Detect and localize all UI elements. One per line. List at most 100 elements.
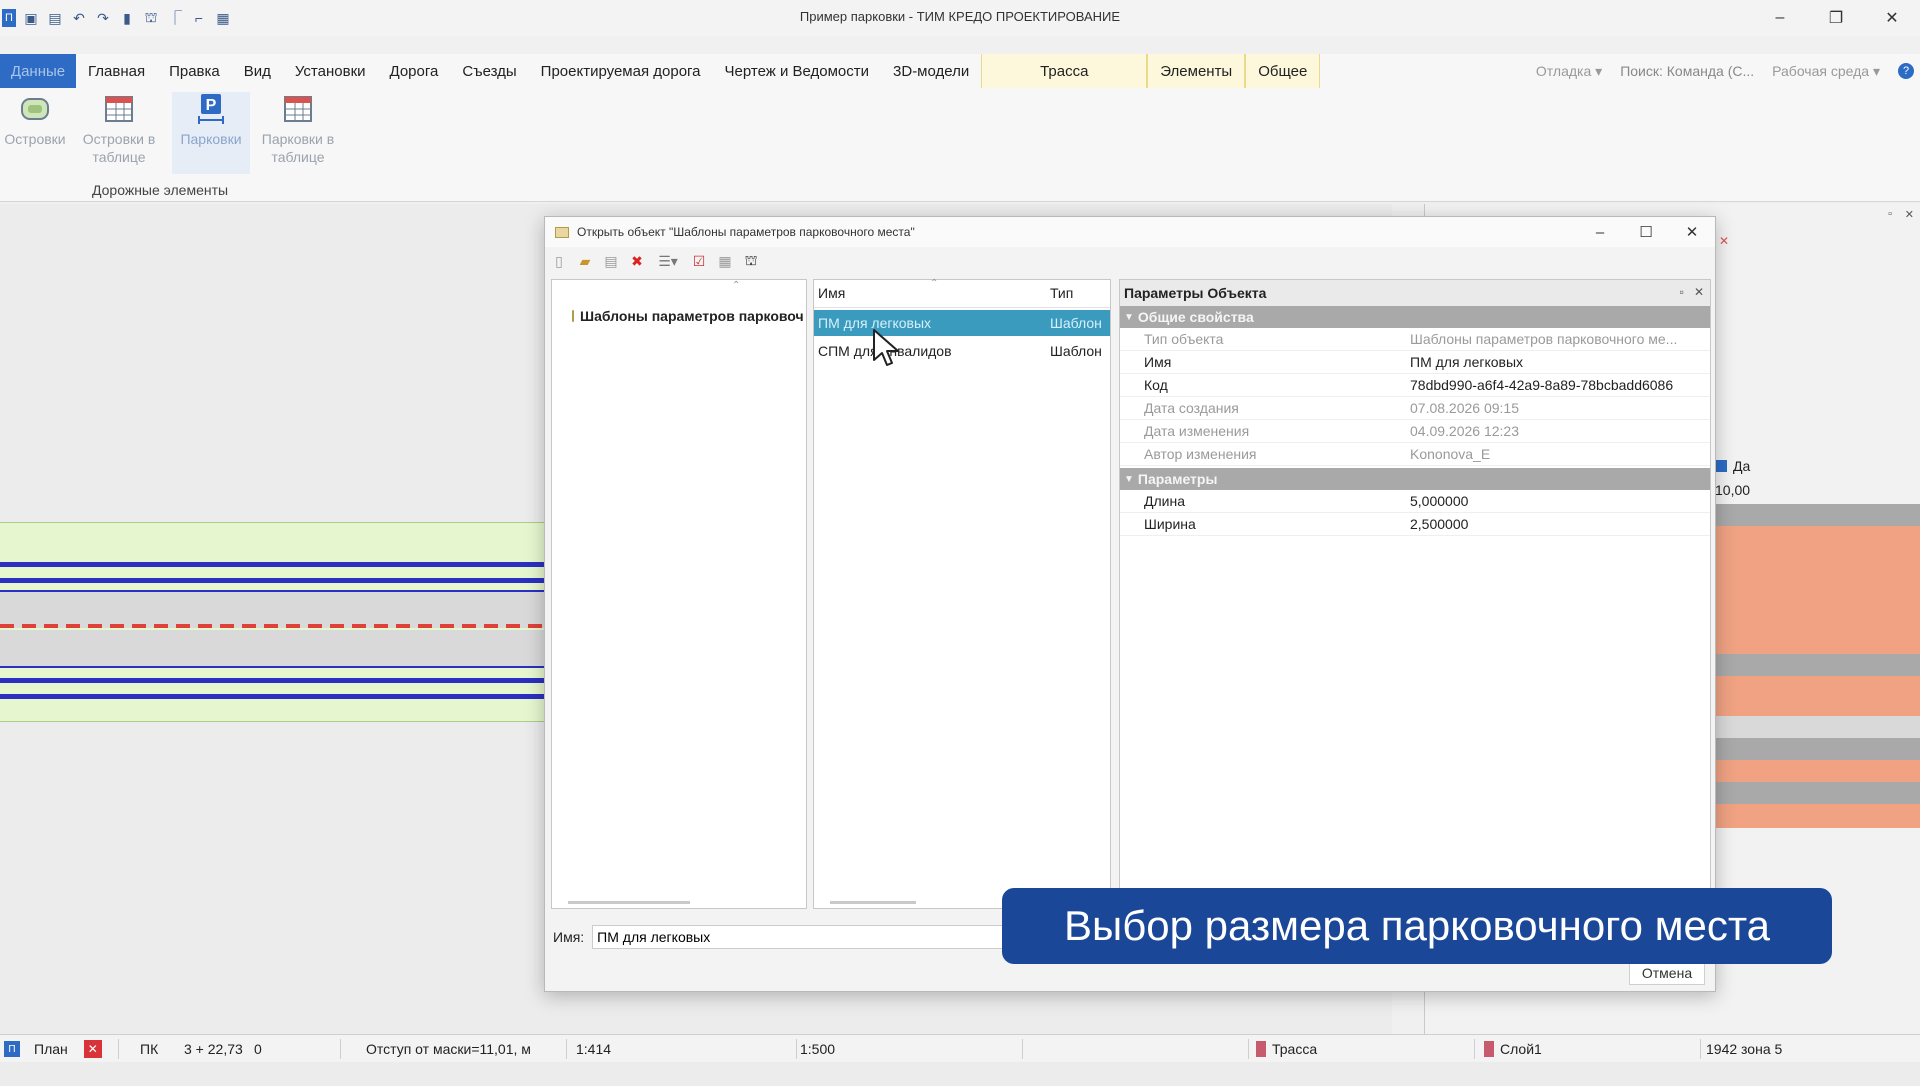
status-separator (1700, 1039, 1701, 1059)
islands-icon (18, 92, 52, 126)
props-close-icon[interactable]: ✕ (1694, 285, 1704, 299)
category-general[interactable]: ▼ Общие свойства (1120, 306, 1710, 328)
menu-view[interactable]: Вид (232, 54, 283, 88)
road-lane-line (0, 694, 560, 699)
prop-row-length[interactable]: Длина 5,000000 (1120, 490, 1710, 513)
prop-row-author[interactable]: Автор изменения Kononova_E (1120, 443, 1710, 466)
status-offset: Отступ от маски=11,01, м (366, 1041, 531, 1057)
ribbon-parking-table-button[interactable]: Парковки в таблице (252, 92, 344, 166)
properties-icon[interactable]: ▤ (601, 251, 621, 271)
svg-text:P: P (206, 97, 217, 114)
dialog-maximize-button[interactable]: ☐ (1623, 217, 1669, 247)
status-layer[interactable]: Слой1 (1484, 1035, 1542, 1063)
status-scale-2[interactable]: 1:500 (800, 1035, 835, 1063)
list-item[interactable]: СПМ для инвалидов Шаблон (814, 338, 1110, 364)
road-carriageway (0, 630, 560, 668)
panel-row (1715, 804, 1920, 828)
menu-exits[interactable]: Съезды (450, 54, 528, 88)
debug-label: Отладка (1535, 62, 1592, 79)
sort-caret-icon: ⌃ (930, 278, 939, 289)
panel-row (1715, 676, 1920, 716)
tab-general[interactable]: Общее (1245, 54, 1321, 88)
props-pin-icon[interactable]: ▫ (1680, 285, 1684, 299)
checkbox-icon[interactable] (1715, 460, 1727, 472)
tree-scrollbar[interactable] (568, 901, 690, 904)
bottom-strip (0, 1062, 1920, 1086)
ribbon-islands-button[interactable]: Островки (0, 92, 70, 148)
panel-checkbox-row[interactable]: Да (1715, 458, 1750, 474)
menu-drawings[interactable]: Чертеж и Ведомости (713, 54, 882, 88)
check-icon[interactable]: ☑ (689, 251, 709, 271)
tab-elements[interactable]: Элементы (1147, 54, 1246, 88)
status-active-layer-trassa[interactable]: Трасса (1256, 1035, 1317, 1063)
window-title: Пример парковки - ТИМ КРЕДО ПРОЕКТИРОВАН… (799, 9, 1121, 24)
restore-button[interactable]: ❐ (1808, 0, 1864, 36)
delete-icon[interactable]: ✖ (627, 251, 647, 271)
prop-name: Тип объекта (1144, 331, 1224, 347)
status-separator (118, 1039, 119, 1059)
help-icon[interactable]: ? (1898, 63, 1914, 79)
road-lane-line (0, 678, 560, 683)
dialog-close-button[interactable]: ✕ (1669, 217, 1715, 247)
name-input[interactable] (592, 925, 1013, 949)
road-center-line (0, 624, 560, 628)
prop-name: Имя (1144, 354, 1172, 370)
list-view-icon[interactable]: ☰▾ (653, 251, 683, 271)
prop-value: 5,000000 (1410, 493, 1469, 509)
menu-home[interactable]: Главная (76, 54, 157, 88)
menu-designed-road[interactable]: Проектируемая дорога (529, 54, 713, 88)
panel-pin-icon[interactable]: ▫ (1888, 208, 1892, 220)
panel-red-close-icon[interactable]: ✕ (1719, 234, 1729, 248)
road-lane-line (0, 562, 560, 567)
workspace-dropdown[interactable]: Рабочая среда ▾ (1772, 63, 1880, 80)
grid-icon[interactable]: ▦ (715, 251, 735, 271)
parking-icon: P (194, 92, 228, 126)
prop-row-object-type[interactable]: Тип объекта Шаблоны параметров парковочн… (1120, 328, 1710, 351)
list-item[interactable]: ПМ для легковых Шаблон (814, 310, 1110, 336)
prop-value: 04.09.2026 12:23 (1410, 423, 1519, 439)
tab-trassa[interactable]: Трасса (981, 54, 1148, 88)
prop-row-name[interactable]: Имя ПМ для легковых (1120, 351, 1710, 374)
ribbon-islands-table-button[interactable]: Островки в таблице (74, 92, 164, 166)
ribbon-parking-button[interactable]: P Парковки (172, 92, 250, 174)
menu-road[interactable]: Дорога (378, 54, 451, 88)
prop-row-created[interactable]: Дата создания 07.08.2026 09:15 (1120, 397, 1710, 420)
layer-icon (1484, 1041, 1494, 1057)
category-parameters[interactable]: ▼ Параметры (1120, 468, 1710, 490)
close-view-icon[interactable]: ✕ (83, 1040, 102, 1058)
dialog-minimize-button[interactable]: – (1577, 217, 1623, 247)
cancel-button[interactable]: Отмена (1629, 961, 1705, 985)
command-search[interactable]: Поиск: Команда (С... (1620, 63, 1754, 79)
prop-row-code[interactable]: Код 78dbd990-a6f4-42a9-8a89-78bcbadd6086 (1120, 374, 1710, 397)
status-separator (566, 1039, 567, 1059)
status-view[interactable]: П План ✕ (4, 1035, 102, 1063)
prop-row-width[interactable]: Ширина 2,500000 (1120, 513, 1710, 536)
open-folder-icon[interactable]: ▰ (575, 251, 595, 271)
menu-bar: Данные Главная Правка Вид Установки Доро… (0, 54, 1920, 88)
panel-close-icon[interactable]: ✕ (1905, 208, 1914, 221)
prop-name: Код (1144, 377, 1168, 393)
title-bar: П ▣ ▤ ↶ ↷ ▮ ⛫ ⎾ ⌐ ▦ Пример парковки - ТИ… (0, 0, 1920, 36)
prop-value: Шаблоны параметров парковочного ме... (1410, 331, 1678, 347)
debug-dropdown[interactable]: Отладка ▾ (1536, 63, 1602, 80)
minimize-button[interactable]: – (1752, 0, 1808, 36)
list-scrollbar[interactable] (830, 901, 916, 904)
status-layer-trassa-label: Трасса (1272, 1041, 1318, 1057)
column-type-header[interactable]: Тип (1050, 285, 1073, 307)
prop-row-modified[interactable]: Дата изменения 04.09.2026 12:23 (1120, 420, 1710, 443)
workspace-label: Рабочая среда (1772, 62, 1870, 79)
new-file-icon[interactable]: ▯ (549, 251, 569, 271)
menu-file[interactable]: Данные (0, 54, 76, 88)
status-separator (1248, 1039, 1249, 1059)
menu-settings[interactable]: Установки (283, 54, 378, 88)
binoculars-icon[interactable]: ⛫ (741, 251, 761, 271)
category-general-label: Общие свойства (1137, 309, 1254, 325)
status-layer-label: Слой1 (1500, 1041, 1542, 1057)
tree-node-templates[interactable]: Шаблоны параметров парковочного места (572, 308, 804, 324)
menu-3d-models[interactable]: 3D-модели (881, 54, 981, 88)
menu-edit[interactable]: Правка (157, 54, 232, 88)
prop-name: Автор изменения (1144, 446, 1257, 462)
status-separator (340, 1039, 341, 1059)
close-button[interactable]: ✕ (1864, 0, 1920, 36)
status-view-label: План (34, 1041, 68, 1057)
